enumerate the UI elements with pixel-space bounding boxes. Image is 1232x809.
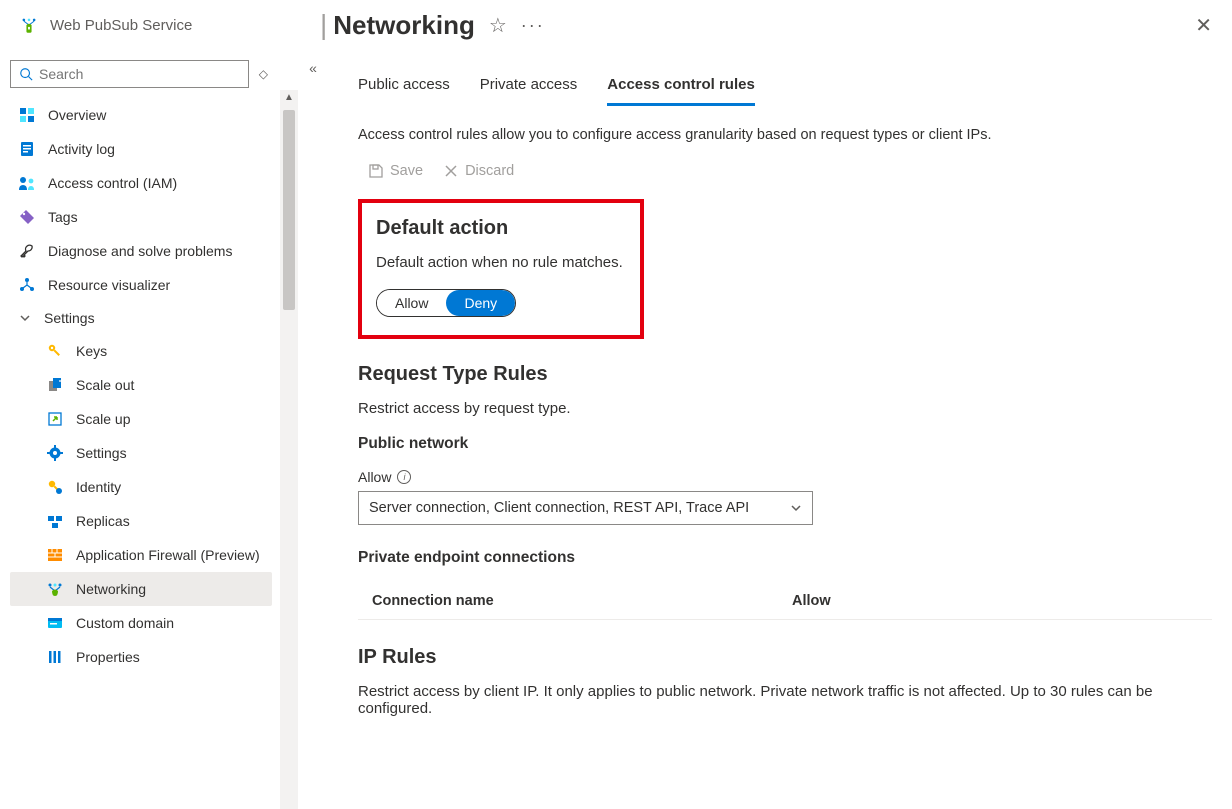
nav-activity-log[interactable]: Activity log <box>10 132 272 166</box>
main-pane: Public access Private access Access cont… <box>328 50 1232 809</box>
activity-log-icon <box>18 140 36 158</box>
nav-access-control[interactable]: Access control (IAM) <box>10 166 272 200</box>
dropdown-value: Server connection, Client connection, RE… <box>369 500 749 516</box>
toggle-allow[interactable]: Allow <box>377 290 446 316</box>
nav-app-firewall[interactable]: Application Firewall (Preview) <box>10 538 272 572</box>
nav-diagnose[interactable]: Diagnose and solve problems <box>10 234 272 268</box>
tabs: Public access Private access Access cont… <box>358 70 1212 107</box>
tab-private-access[interactable]: Private access <box>480 70 578 106</box>
sidebar: ◇ Overview Activity log Access control (… <box>0 50 280 809</box>
properties-icon <box>46 648 64 666</box>
scroll-up-icon[interactable]: ▲ <box>284 92 294 103</box>
search-input[interactable] <box>39 66 240 82</box>
allow-label: Allow <box>358 469 391 485</box>
tab-access-control-rules[interactable]: Access control rules <box>607 70 755 106</box>
chevron-down-icon <box>790 502 802 514</box>
gear-icon <box>46 444 64 462</box>
scale-out-icon <box>46 376 64 394</box>
replicas-icon <box>46 512 64 530</box>
scroll-thumb[interactable] <box>283 110 295 310</box>
nav-settings-group[interactable]: Settings <box>10 302 272 334</box>
identity-icon <box>46 478 64 496</box>
col-allow: Allow <box>792 593 831 609</box>
default-action-highlight: Default action Default action when no ru… <box>358 199 644 339</box>
overview-icon <box>18 106 36 124</box>
page-description: Access control rules allow you to config… <box>358 127 1212 143</box>
nav-properties[interactable]: Properties <box>10 640 272 674</box>
request-type-rules-sub: Restrict access by request type. <box>358 400 1212 417</box>
default-action-sub: Default action when no rule matches. <box>376 254 626 271</box>
tags-icon <box>18 208 36 226</box>
page-title: |Networking <box>320 9 475 41</box>
request-type-rules-title: Request Type Rules <box>358 363 1212 386</box>
discard-button[interactable]: Discard <box>443 163 514 179</box>
networking-icon <box>46 580 64 598</box>
save-button[interactable]: Save <box>368 163 423 179</box>
info-icon[interactable]: i <box>397 470 411 484</box>
chevron-down-icon <box>18 311 32 325</box>
more-actions-icon[interactable]: ··· <box>521 15 545 36</box>
nav-scale-up[interactable]: Scale up <box>10 402 272 436</box>
ip-rules-sub: Restrict access by client IP. It only ap… <box>358 683 1212 717</box>
col-connection-name: Connection name <box>372 593 792 609</box>
tab-public-access[interactable]: Public access <box>358 70 450 106</box>
nav-replicas[interactable]: Replicas <box>10 504 272 538</box>
favorite-star-icon[interactable]: ☆ <box>489 13 507 38</box>
nav-tags[interactable]: Tags <box>10 200 272 234</box>
nav-overview[interactable]: Overview <box>10 98 272 132</box>
nav-scale-out[interactable]: Scale out <box>10 368 272 402</box>
search-icon <box>19 67 33 81</box>
request-type-dropdown[interactable]: Server connection, Client connection, RE… <box>358 491 813 525</box>
service-logo-icon <box>20 16 38 34</box>
nav-settings[interactable]: Settings <box>10 436 272 470</box>
resource-viz-icon <box>18 276 36 294</box>
nav-keys[interactable]: Keys <box>10 334 272 368</box>
private-endpoint-heading: Private endpoint connections <box>358 549 1212 567</box>
default-action-title: Default action <box>376 217 626 240</box>
nav-identity[interactable]: Identity <box>10 470 272 504</box>
default-action-toggle[interactable]: Allow Deny <box>376 289 516 317</box>
sidebar-scrollbar[interactable]: ▲ <box>280 90 298 809</box>
diagnose-icon <box>18 242 36 260</box>
ip-rules-title: IP Rules <box>358 646 1212 669</box>
pec-table-header: Connection name Allow <box>358 583 1212 620</box>
custom-domain-icon <box>46 614 64 632</box>
brand-name: Web PubSub Service <box>50 17 192 34</box>
nav-custom-domain[interactable]: Custom domain <box>10 606 272 640</box>
save-icon <box>368 163 384 179</box>
key-icon <box>46 342 64 360</box>
close-icon[interactable]: ✕ <box>1195 13 1212 38</box>
discard-icon <box>443 163 459 179</box>
public-network-heading: Public network <box>358 435 1212 453</box>
access-control-icon <box>18 174 36 192</box>
scale-up-icon <box>46 410 64 428</box>
nav-networking[interactable]: Networking <box>10 572 272 606</box>
allow-label-row: Allow i <box>358 469 1212 485</box>
firewall-icon <box>46 546 64 564</box>
search-input-wrap[interactable] <box>10 60 249 88</box>
collapse-sidebar-icon[interactable]: « <box>309 60 317 76</box>
expand-toggle-icon[interactable]: ◇ <box>255 63 272 85</box>
toggle-deny[interactable]: Deny <box>446 290 515 316</box>
nav-resource-visualizer[interactable]: Resource visualizer <box>10 268 272 302</box>
